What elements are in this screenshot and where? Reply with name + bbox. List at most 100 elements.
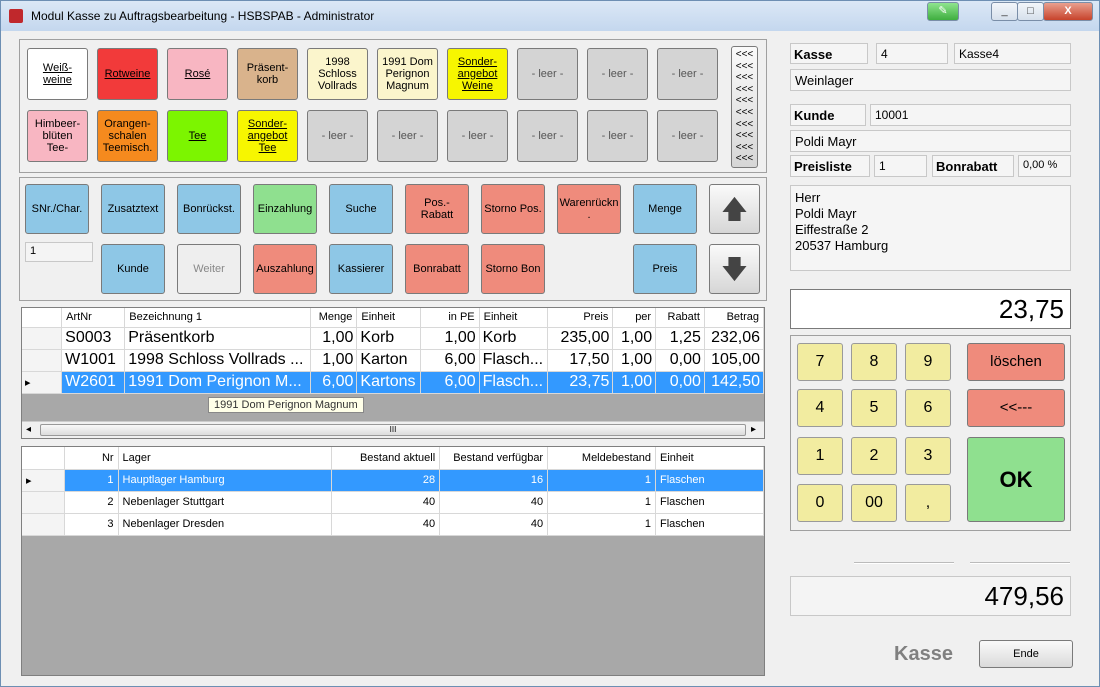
backspace-button[interactable]: <<---	[967, 389, 1065, 427]
close-button[interactable]: X	[1043, 2, 1093, 21]
key-0[interactable]: 0	[797, 484, 843, 522]
table-row[interactable]: S0003 Präsentkorb 1,00 Korb 1,00 Korb 235,00 1,…	[22, 327, 765, 350]
ok-button[interactable]: OK	[967, 437, 1065, 522]
column-header[interactable]: Einheit	[356, 308, 421, 328]
column-header[interactable]: Bestand aktuell	[331, 447, 441, 470]
column-header[interactable]: Nr	[64, 447, 119, 470]
pos-rabatt-button[interactable]: Pos.-Rabatt	[405, 184, 469, 234]
ende-button[interactable]: Ende	[979, 640, 1073, 668]
group-button-0[interactable]: Weiß- weine	[27, 48, 88, 100]
column-header[interactable]: Betrag	[704, 308, 765, 328]
scroll-right-icon[interactable]: ▸	[751, 424, 756, 435]
table-cell: Präsentkorb	[124, 327, 311, 350]
auszahlung-button[interactable]: Auszahlung	[253, 244, 317, 294]
group-button-13[interactable]: Sonder- angebot Tee	[237, 110, 298, 162]
arrow-down-icon[interactable]: 🡇	[709, 244, 760, 294]
column-header[interactable]: Menge	[310, 308, 358, 328]
group-button-18[interactable]: - leer -	[587, 110, 648, 162]
storno-bon-button[interactable]: Storno Bon	[481, 244, 545, 294]
edit-icon-button[interactable]: ✎	[927, 2, 959, 21]
row-selector[interactable]	[22, 513, 65, 536]
bonrueckst-button[interactable]: Bonrückst.	[177, 184, 241, 234]
kunde-button[interactable]: Kunde	[101, 244, 165, 294]
column-header[interactable]: in PE	[420, 308, 480, 328]
column-header[interactable]: Meldebestand	[547, 447, 657, 470]
table-row[interactable]: ▸ W2601 1991 Dom Perignon M... 6,00 Kartons 6…	[22, 371, 765, 394]
group-button-1[interactable]: Rotweine	[97, 48, 158, 100]
table-row[interactable]: W1001 1998 Schloss Vollrads ... 1,00 Karton…	[22, 349, 765, 372]
column-header[interactable]: Lager	[118, 447, 333, 470]
group-button-2[interactable]: Rosé	[167, 48, 228, 100]
column-header[interactable]: Bestand verfügbar	[439, 447, 549, 470]
column-header[interactable]: ArtNr	[61, 308, 126, 328]
minimize-button[interactable]: _	[991, 2, 1018, 21]
column-header[interactable]: Preis	[547, 308, 614, 328]
weiter-button[interactable]: Weiter	[177, 244, 241, 294]
column-header[interactable]: per	[612, 308, 657, 328]
table-cell: 105,00	[704, 349, 765, 372]
row-selector[interactable]	[22, 491, 65, 514]
key-8[interactable]: 8	[851, 343, 897, 381]
clear-button[interactable]: löschen	[967, 343, 1065, 381]
menge-button[interactable]: Menge	[633, 184, 697, 234]
row-selector[interactable]: ▸	[22, 371, 63, 394]
table-cell: 142,50	[704, 371, 765, 394]
horizontal-scrollbar[interactable]: ◂ III ▸	[22, 421, 764, 438]
table-cell: 16	[439, 469, 549, 492]
group-button-6[interactable]: Sonder- angebot Weine	[447, 48, 508, 100]
group-button-5[interactable]: 1991 Dom Perignon Magnum	[377, 48, 438, 100]
key-comma[interactable]: ,	[905, 484, 951, 522]
group-button-17[interactable]: - leer -	[517, 110, 578, 162]
row-selector[interactable]: ▸	[22, 469, 65, 492]
group-button-12[interactable]: Tee	[167, 110, 228, 162]
snr-char-button[interactable]: SNr./Char.	[25, 184, 89, 234]
table-cell: 1,00	[612, 349, 657, 372]
key-2[interactable]: 2	[851, 437, 897, 475]
group-button-9[interactable]: - leer -	[657, 48, 718, 100]
key-4[interactable]: 4	[797, 389, 843, 427]
group-button-3[interactable]: Präsent- korb	[237, 48, 298, 100]
quantity-field[interactable]: 1	[25, 242, 93, 262]
bonrabatt-button[interactable]: Bonrabatt	[405, 244, 469, 294]
more-groups-button[interactable]: <<< <<< <<< <<< <<< <<< <<< <<< <<< <<<	[731, 46, 758, 168]
key-00[interactable]: 00	[851, 484, 897, 522]
table-row[interactable]: 2 Nebenlager Stuttgart 40 40 1 Flaschen	[22, 491, 764, 514]
kassierer-button[interactable]: Kassierer	[329, 244, 393, 294]
table-cell: 1	[64, 469, 119, 492]
divider	[854, 562, 954, 564]
column-header[interactable]: Einheit	[479, 308, 549, 328]
key-5[interactable]: 5	[851, 389, 897, 427]
key-3[interactable]: 3	[905, 437, 951, 475]
group-button-19[interactable]: - leer -	[657, 110, 718, 162]
row-selector[interactable]	[22, 349, 63, 372]
column-header[interactable]: Einheit	[655, 447, 764, 470]
total-display: 479,56	[790, 576, 1071, 616]
group-button-7[interactable]: - leer -	[517, 48, 578, 100]
row-selector[interactable]	[22, 327, 63, 350]
storno-pos-button[interactable]: Storno Pos.	[481, 184, 545, 234]
group-button-8[interactable]: - leer -	[587, 48, 648, 100]
group-button-10[interactable]: Himbeer- blüten Tee-	[27, 110, 88, 162]
suche-button[interactable]: Suche	[329, 184, 393, 234]
arrow-up-icon[interactable]: 🡅	[709, 184, 760, 234]
key-1[interactable]: 1	[797, 437, 843, 475]
einzahlung-button[interactable]: Einzahlung	[253, 184, 317, 234]
column-header[interactable]: Rabatt	[655, 308, 705, 328]
table-row[interactable]: 3 Nebenlager Dresden 40 40 1 Flaschen	[22, 513, 764, 536]
group-button-15[interactable]: - leer -	[377, 110, 438, 162]
key-7[interactable]: 7	[797, 343, 843, 381]
zusatztext-button[interactable]: Zusatztext	[101, 184, 165, 234]
scroll-thumb[interactable]: III	[40, 424, 746, 436]
warenrueckn-button[interactable]: Warenrückn .	[557, 184, 621, 234]
preis-button[interactable]: Preis	[633, 244, 697, 294]
group-button-4[interactable]: 1998 Schloss Vollrads	[307, 48, 368, 100]
table-row[interactable]: ▸ 1 Hauptlager Hamburg 28 16 1 Flaschen	[22, 469, 764, 492]
scroll-left-icon[interactable]: ◂	[26, 424, 31, 435]
column-header[interactable]: Bezeichnung 1	[124, 308, 311, 328]
key-9[interactable]: 9	[905, 343, 951, 381]
group-button-16[interactable]: - leer -	[447, 110, 508, 162]
group-button-11[interactable]: Orangen- schalen Teemisch.	[97, 110, 158, 162]
key-6[interactable]: 6	[905, 389, 951, 427]
maximize-button[interactable]: □	[1017, 2, 1044, 21]
group-button-14[interactable]: - leer -	[307, 110, 368, 162]
